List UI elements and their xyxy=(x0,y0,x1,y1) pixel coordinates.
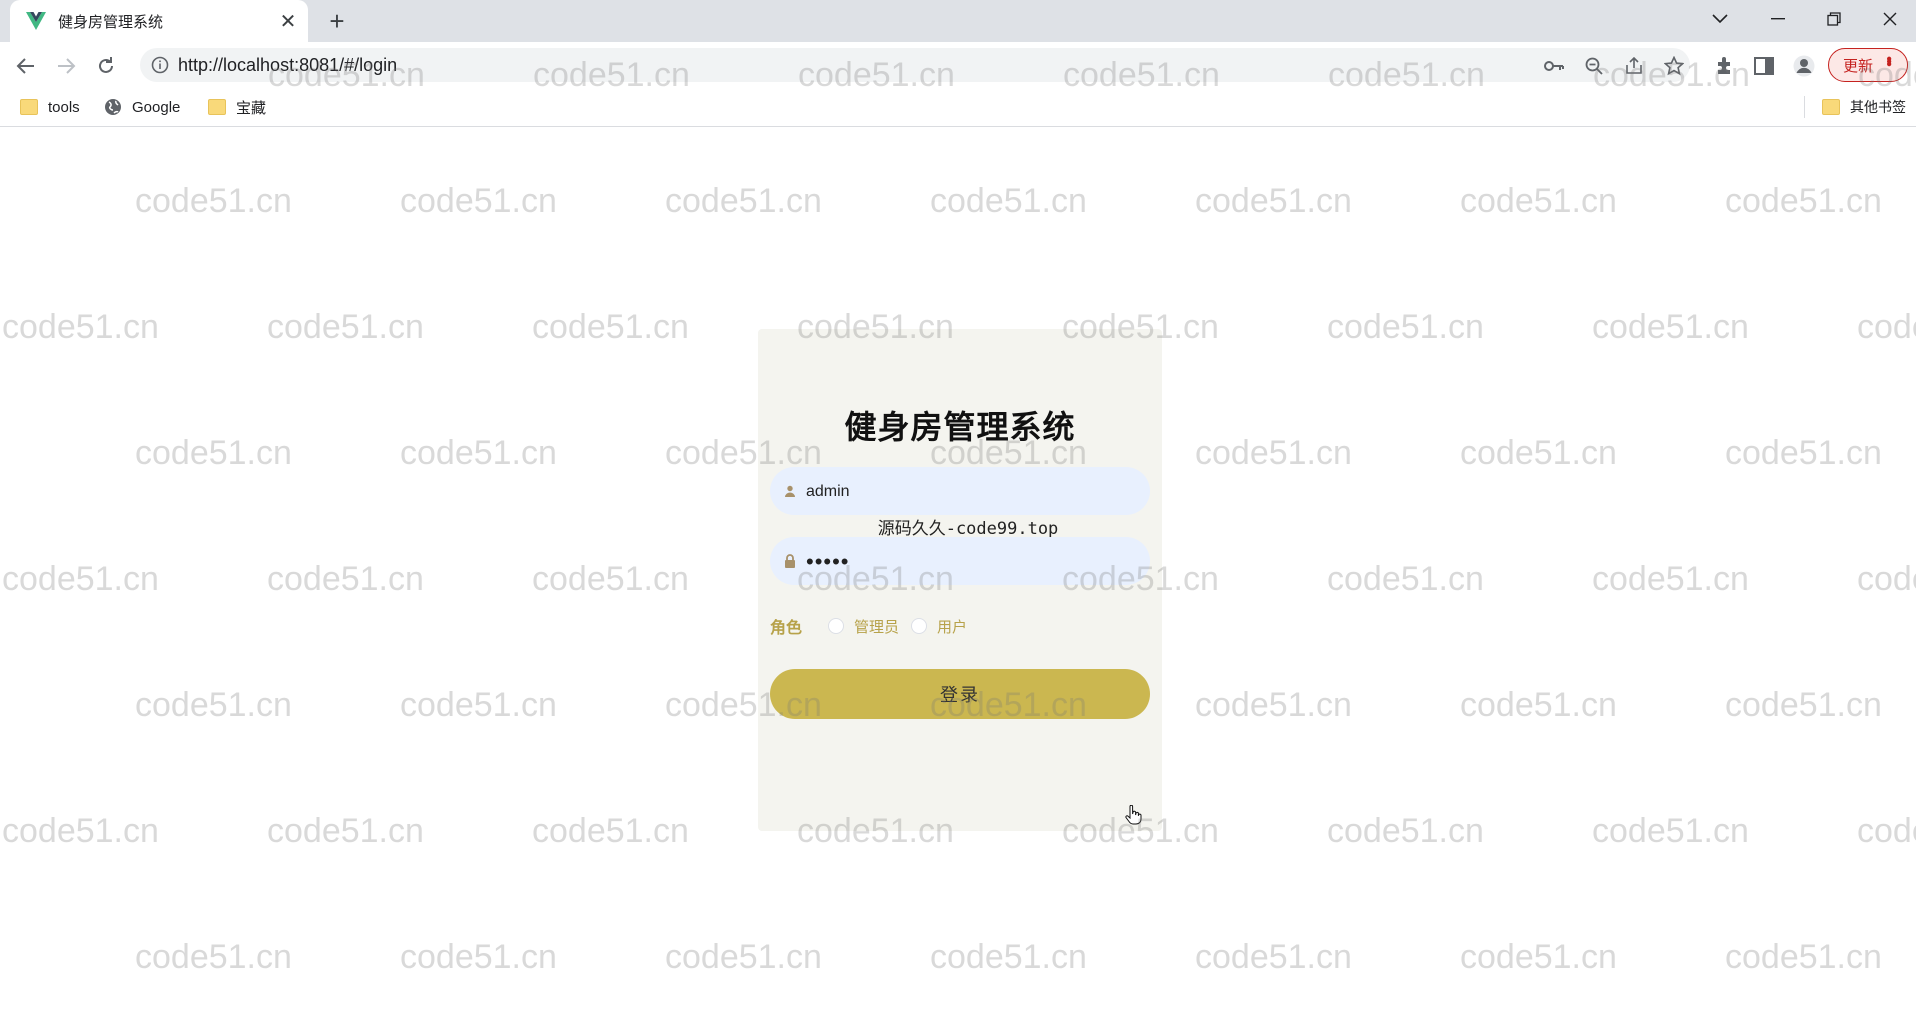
key-icon[interactable] xyxy=(1543,55,1565,77)
tab-title: 健身房管理系统 xyxy=(58,13,164,31)
hand-cursor-icon xyxy=(1125,805,1142,825)
browser-tab-strip: 健身房管理系统 ✕ + xyxy=(0,0,1916,42)
bookmark-label: Google xyxy=(132,98,181,116)
other-bookmarks[interactable]: 其他书签 xyxy=(1822,96,1906,118)
back-icon[interactable] xyxy=(10,50,42,82)
password-field[interactable] xyxy=(770,537,1150,587)
zoom-out-icon[interactable] xyxy=(1583,55,1605,77)
update-label: 更新 xyxy=(1843,57,1874,75)
role-label: 角色 xyxy=(770,620,803,637)
bookmarks-separator xyxy=(1804,96,1805,118)
role-option-user[interactable]: 用户 xyxy=(937,616,967,637)
folder-icon xyxy=(208,99,226,115)
update-button[interactable]: 更新 ••• xyxy=(1828,48,1908,82)
bookmark-tools[interactable]: tools xyxy=(20,96,80,118)
extensions-icon[interactable] xyxy=(1712,54,1736,78)
role-radio-user[interactable] xyxy=(911,618,928,634)
browser-tab[interactable]: 健身房管理系统 ✕ xyxy=(10,0,308,42)
close-window-icon[interactable] xyxy=(1862,0,1916,38)
bookmark-google[interactable]: Google xyxy=(104,96,180,118)
share-icon[interactable] xyxy=(1623,55,1645,77)
folder-icon xyxy=(1822,99,1840,115)
profile-avatar-icon[interactable] xyxy=(1792,54,1816,78)
bookmark-label: tools xyxy=(48,98,80,116)
login-button[interactable]: 登录 xyxy=(770,669,1150,719)
bookmark-star-icon[interactable] xyxy=(1663,55,1685,77)
bookmark-baozang[interactable]: 宝藏 xyxy=(208,96,266,118)
other-bookmarks-label: 其他书签 xyxy=(1850,99,1906,115)
bookmark-label: 宝藏 xyxy=(236,99,267,117)
more-menu-icon[interactable]: ••• xyxy=(1879,56,1897,64)
forward-icon[interactable] xyxy=(50,50,82,82)
login-page: 健身房管理系统 源码久久-code99.top 角色 管理员 用户 登录 xyxy=(0,127,1916,1030)
minimize-icon[interactable] xyxy=(1750,0,1806,38)
source-note: 源码久久-code99.top xyxy=(877,519,1059,539)
page-title: 健身房管理系统 xyxy=(844,409,1076,445)
bookmarks-bar: tools Google 宝藏 其他书签 xyxy=(0,88,1916,127)
lock-icon xyxy=(782,552,798,570)
folder-icon xyxy=(20,99,38,115)
site-info-icon[interactable] xyxy=(150,55,170,75)
side-panel-icon[interactable] xyxy=(1752,54,1776,78)
username-field[interactable] xyxy=(770,467,1150,517)
vue-logo-icon xyxy=(26,11,46,31)
reload-icon[interactable] xyxy=(90,50,122,82)
browser-toolbar: http://localhost:8081/#/login 更新 ••• xyxy=(0,42,1916,88)
password-input[interactable] xyxy=(804,537,1138,587)
restore-icon[interactable] xyxy=(1806,0,1862,38)
user-icon xyxy=(782,482,798,500)
tab-search-icon[interactable] xyxy=(1692,0,1748,38)
address-bar[interactable]: http://localhost:8081/#/login xyxy=(140,48,1690,82)
tab-close-icon[interactable]: ✕ xyxy=(274,7,302,35)
globe-icon xyxy=(104,98,122,116)
role-radio-admin[interactable] xyxy=(828,618,845,634)
role-selector: 角色 管理员 用户 xyxy=(770,614,979,638)
role-option-admin[interactable]: 管理员 xyxy=(854,616,899,637)
username-input[interactable] xyxy=(804,467,1138,517)
login-card: 健身房管理系统 源码久久-code99.top 角色 管理员 用户 登录 xyxy=(758,329,1162,831)
url-text: http://localhost:8081/#/login xyxy=(178,55,398,75)
new-tab-icon[interactable]: + xyxy=(322,6,352,36)
